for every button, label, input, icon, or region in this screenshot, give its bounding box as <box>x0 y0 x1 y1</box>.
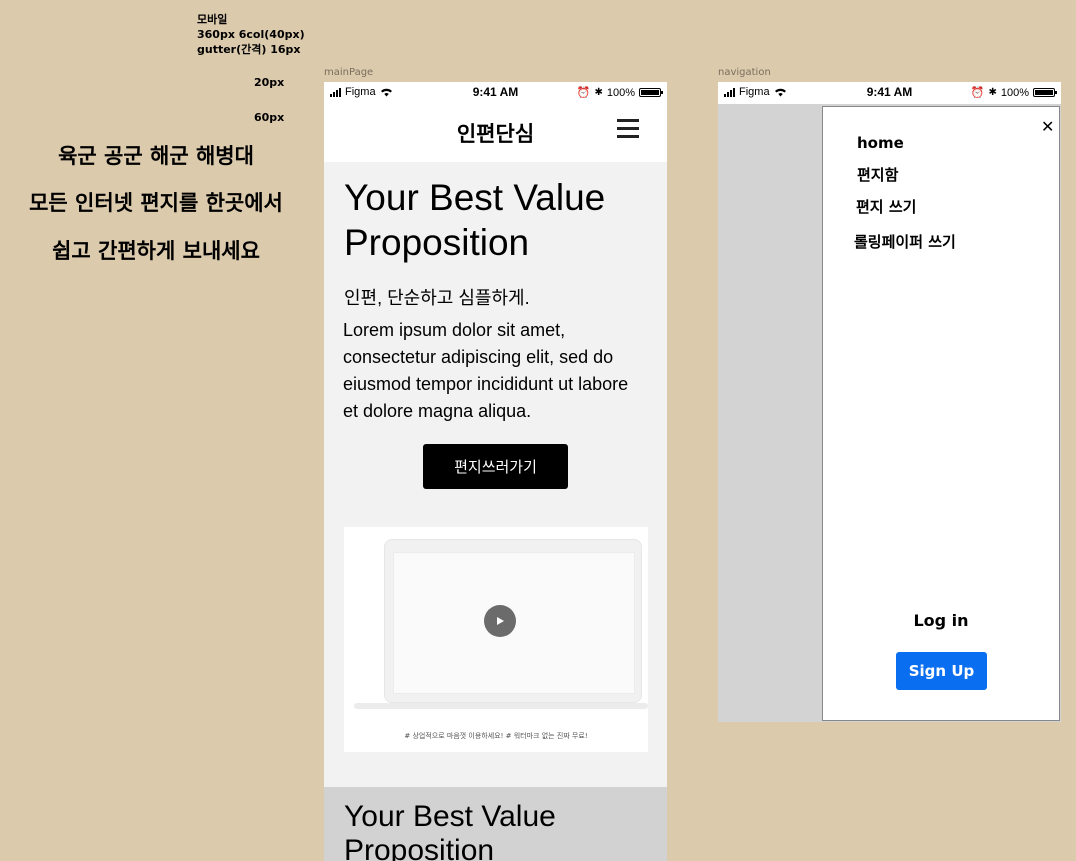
alarm-icon: ⏰ <box>576 87 591 99</box>
main-frame-label: mainPage <box>324 67 374 78</box>
tagline-1: 육군 공군 해군 해병대 <box>58 144 254 168</box>
tagline-3: 쉽고 간편하게 보내세요 <box>52 239 260 263</box>
close-icon[interactable]: ✕ <box>1041 117 1054 136</box>
app-logo[interactable]: 인편단심 <box>324 118 667 148</box>
status-bar: Figma 9:41 AM ⏰ ✱ 100% <box>324 82 667 104</box>
main-page-frame: Figma 9:41 AM ⏰ ✱ 100% 인편단심 Your Best Va… <box>324 82 667 861</box>
nav-item-home[interactable]: home <box>857 134 904 152</box>
laptop-base <box>354 703 648 709</box>
status-bar-nav: Figma 9:41 AM ⏰ ✱ 100% <box>718 82 1061 104</box>
nav-item-write-letter[interactable]: 편지 쓰기 <box>856 196 916 217</box>
nav-drawer: ✕ home 편지함 편지 쓰기 롤링페이퍼 쓰기 Log in Sign Up <box>822 106 1060 721</box>
nav-item-rolling-paper[interactable]: 롤링페이퍼 쓰기 <box>854 231 956 252</box>
spacing-60-label: 60px <box>254 111 285 124</box>
battery-percent: 100% <box>1000 86 1029 99</box>
login-link[interactable]: Log in <box>823 611 1059 630</box>
alarm-icon: ⏰ <box>970 87 985 99</box>
spec-title: 모바일 <box>197 13 228 26</box>
hero-body: Lorem ipsum dolor sit amet, consectetur … <box>343 320 629 421</box>
spacing-20-label: 20px <box>254 76 285 89</box>
hero-title: Your Best Value Proposition <box>344 177 606 263</box>
spec-grid: 360px 6col(40px) <box>197 28 305 41</box>
spec-gutter: gutter(간격) 16px <box>197 43 301 56</box>
battery-percent: 100% <box>606 86 635 99</box>
video-caption: # 상업적으로 마음껏 이용하세요! # 워터마크 없는 진짜 무료! <box>404 732 588 740</box>
battery-icon <box>639 88 663 97</box>
bluetooth-icon: ✱ <box>988 87 997 98</box>
battery-icon <box>1033 88 1057 97</box>
play-icon[interactable] <box>484 605 516 637</box>
signup-button[interactable]: Sign Up <box>896 652 987 690</box>
navigation-frame: Figma 9:41 AM ⏰ ✱ 100% ✕ home 편지함 편지 쓰기 … <box>718 82 1061 722</box>
video-card: # 상업적으로 마음껏 이용하세요! # 워터마크 없는 진짜 무료! <box>344 527 648 752</box>
nav-frame-label: navigation <box>718 67 771 78</box>
app-header: 인편단심 <box>324 104 667 162</box>
bluetooth-icon: ✱ <box>594 87 603 98</box>
section-two: Your Best Value Proposition <box>324 787 667 861</box>
tagline-2: 모든 인터넷 편지를 한곳에서 <box>29 191 283 215</box>
hero-subtitle: 인편, 단순하고 심플하게. <box>344 288 530 308</box>
section-two-title: Your Best Value Proposition <box>344 800 556 861</box>
write-letter-button[interactable]: 편지쓰러가기 <box>423 444 568 489</box>
nav-item-inbox[interactable]: 편지함 <box>857 164 898 185</box>
hamburger-icon[interactable] <box>617 118 639 138</box>
